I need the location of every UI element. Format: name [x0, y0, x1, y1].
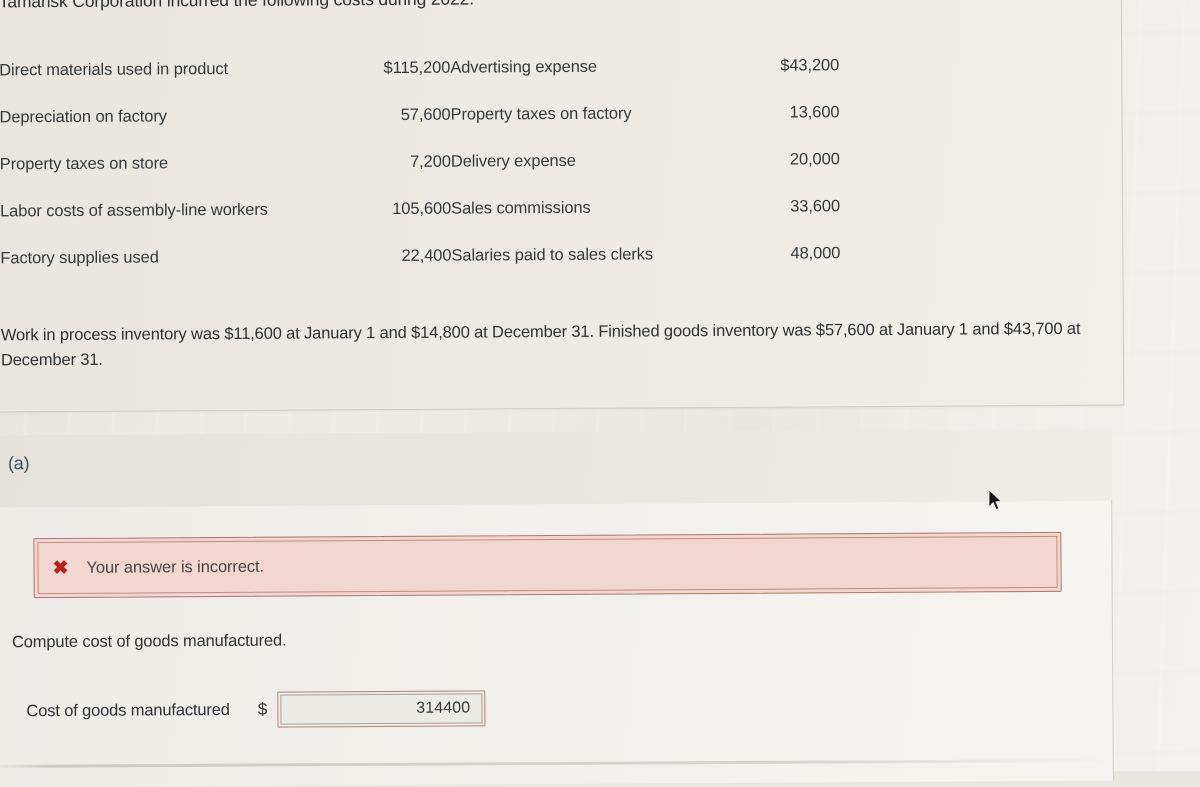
cost-label: Sales commissions — [451, 198, 591, 218]
page-background: Tamarisk Corporation incurred the follow… — [0, 0, 1200, 787]
table-row: Direct materials used in product $115,20… — [0, 42, 839, 94]
incorrect-answer-message: Your answer is incorrect. — [86, 557, 265, 577]
answer-input-row: Cost of goods manufactured $ — [26, 690, 486, 729]
part-a-label: (a) — [7, 453, 30, 474]
cost-amount: 57,600 — [400, 105, 451, 124]
cost-amount: 20,000 — [789, 150, 840, 169]
answer-field-label: Cost of goods manufactured — [26, 700, 230, 720]
table-row: Labor costs of assembly-line workers 105… — [0, 183, 840, 235]
cost-amount: 105,600 — [392, 199, 452, 218]
answer-card: ✖ Your answer is incorrect. Compute cost… — [0, 500, 1114, 787]
incorrect-answer-banner: ✖ Your answer is incorrect. — [33, 531, 1062, 599]
table-row: Depreciation on factory 57,600 Property … — [0, 89, 840, 141]
question-card: Tamarisk Corporation incurred the follow… — [0, 0, 1125, 413]
cost-amount: 22,400 — [401, 246, 452, 265]
cost-amount: 48,000 — [790, 244, 841, 263]
part-label-strip: (a) — [0, 428, 1113, 509]
cost-label: Labor costs of assembly-line workers — [0, 200, 268, 221]
cost-items-table: Direct materials used in product $115,20… — [0, 42, 840, 282]
cost-label: Property taxes on factory — [450, 104, 632, 124]
cost-amount: 7,200 — [410, 152, 451, 171]
question-intro-text: Tamarisk Corporation incurred the follow… — [0, 0, 474, 12]
cost-of-goods-manufactured-input[interactable] — [298, 698, 485, 720]
cost-label: Delivery expense — [450, 151, 576, 171]
cost-label: Property taxes on store — [0, 154, 169, 174]
cost-amount: $115,200 — [383, 58, 451, 78]
cost-amount: 13,600 — [789, 103, 840, 122]
cost-label: Direct materials used in product — [0, 59, 229, 80]
cost-label: Salaries paid to sales clerks — [451, 245, 654, 265]
table-row: Property taxes on store 7,200 Delivery e… — [0, 136, 840, 188]
task-instruction: Compute cost of goods manufactured. — [11, 631, 287, 652]
cost-amount: $43,200 — [780, 56, 840, 75]
table-row: Factory supplies used 22,400 Salaries pa… — [0, 230, 840, 282]
cost-amount: 33,600 — [790, 197, 841, 216]
cost-label: Factory supplies used — [0, 248, 159, 268]
x-mark-icon: ✖ — [52, 557, 69, 579]
cost-label: Depreciation on factory — [0, 107, 167, 127]
currency-symbol: $ — [257, 699, 268, 719]
cost-label: Advertising expense — [450, 57, 598, 77]
inventory-note-text: Work in process inventory was $11,600 at… — [0, 319, 1081, 370]
answer-input-wrapper[interactable] — [277, 690, 486, 728]
